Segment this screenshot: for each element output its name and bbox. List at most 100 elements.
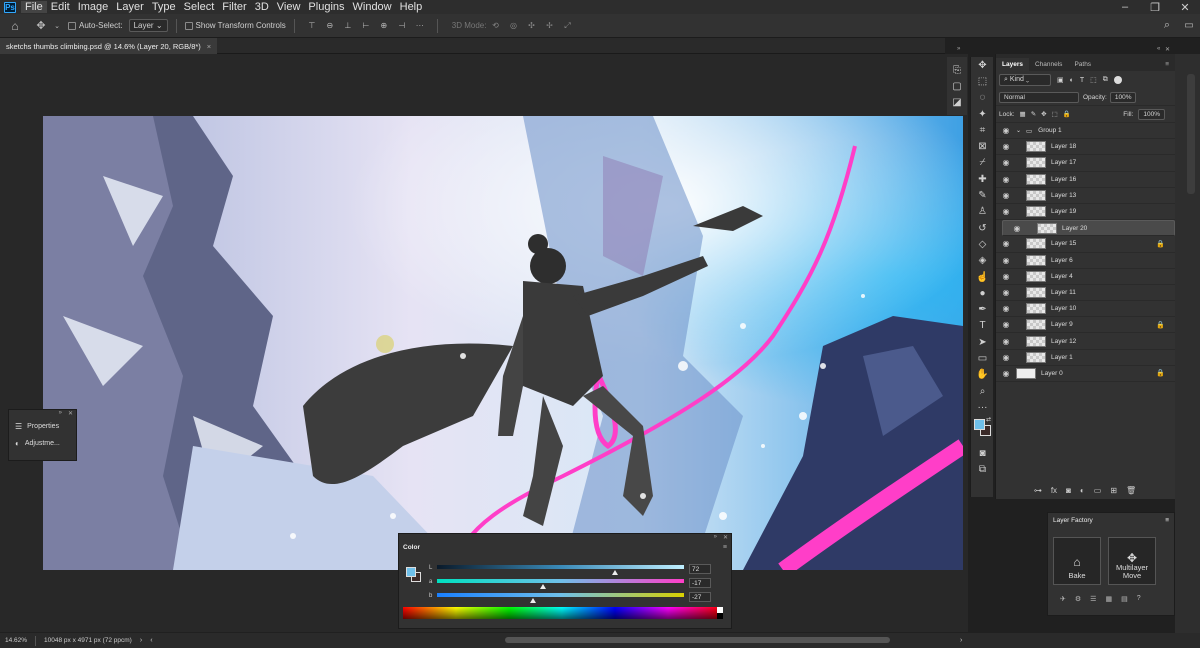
layer-row[interactable]: ◉ Layer 0 🔒	[996, 366, 1175, 382]
maximize-button[interactable]: ❐	[1140, 1, 1170, 14]
marquee-tool-icon[interactable]: ⬚	[971, 73, 994, 89]
3d-pan-icon[interactable]: ✣	[522, 21, 540, 30]
tab-channels[interactable]: Channels	[1029, 58, 1068, 71]
close-window-button[interactable]: ✕	[1170, 1, 1200, 14]
visibility-eye-icon[interactable]: ◉	[996, 353, 1016, 362]
new-layer-icon[interactable]: ⊞	[1110, 486, 1117, 495]
smudge-tool-icon[interactable]: ☝	[971, 269, 994, 285]
scroll-right-icon[interactable]: ›	[960, 637, 962, 644]
lock-all-icon[interactable]: 🔒	[1063, 110, 1071, 118]
pin-icon[interactable]: ✈	[1060, 595, 1066, 603]
panel-menu-icon[interactable]: ≡	[723, 544, 727, 551]
layer-row[interactable]: ◉ Layer 13	[996, 188, 1175, 204]
layer-row[interactable]: ◉ Layer 19	[996, 204, 1175, 221]
layer-row[interactable]: ◉ Layer 11	[996, 285, 1175, 302]
group-expand-chevron-icon[interactable]: ⌄	[1016, 127, 1026, 134]
folder-icon[interactable]: ▭	[1094, 486, 1102, 495]
auto-select-checkbox[interactable]: Auto-Select:	[68, 21, 123, 30]
artwork-canvas[interactable]	[43, 116, 963, 570]
properties-button[interactable]: ☰ Properties	[9, 418, 76, 435]
a-channel-slider[interactable]	[437, 579, 684, 583]
bake-button[interactable]: ⌂ Bake	[1053, 537, 1101, 585]
close-layers-icon[interactable]: ✕	[1165, 46, 1170, 53]
opacity-field[interactable]: 100%	[1109, 91, 1137, 103]
a-slider-knob[interactable]	[540, 584, 547, 589]
crop-tool-icon[interactable]: ⌗	[971, 122, 994, 138]
link-icon[interactable]: ⊶	[1034, 486, 1042, 495]
help-icon[interactable]: ?	[1137, 595, 1141, 603]
layer-row[interactable]: ◉ Layer 18	[996, 139, 1175, 156]
layer-row[interactable]: ◉ Layer 20	[1002, 220, 1175, 237]
eyedropper-tool-icon[interactable]: ⌿	[971, 155, 994, 171]
menu-image[interactable]: Image	[74, 1, 113, 13]
visibility-eye-icon[interactable]: ◉	[996, 158, 1016, 167]
layer-row[interactable]: ◉ Layer 9 🔒	[996, 317, 1175, 334]
paint-bucket-tool-icon[interactable]: ◈	[971, 253, 994, 269]
l-slider-knob[interactable]	[611, 570, 618, 575]
layer-group-row[interactable]: ◉ ⌄ ▭ Group 1	[996, 123, 1175, 140]
menu-edit[interactable]: Edit	[47, 1, 74, 13]
tab-layers[interactable]: Layers	[996, 58, 1029, 71]
color-swatches[interactable]: ⇄	[971, 416, 993, 446]
l-channel-slider[interactable]	[437, 565, 684, 569]
zoom-tool-icon[interactable]: ⌕	[971, 383, 994, 399]
trash-icon[interactable]: 🗑	[1126, 486, 1136, 495]
3d-scale-icon[interactable]: ⤢	[558, 21, 576, 31]
close-icon[interactable]: ✕	[68, 410, 73, 418]
layers-scrollbar[interactable]	[1187, 74, 1195, 194]
adjustment-icon[interactable]: ◐	[1080, 486, 1085, 495]
foreground-color-swatch[interactable]	[974, 418, 985, 430]
align-left-icon[interactable]: ⊢	[357, 21, 375, 30]
workspace-icon[interactable]: ▭	[1178, 19, 1200, 32]
move-tool-icon[interactable]: ✥	[30, 19, 52, 32]
b-slider-knob[interactable]	[530, 598, 537, 603]
lasso-tool-icon[interactable]: ◌	[971, 90, 994, 106]
document-tab[interactable]: sketchs thumbs climbing.psd @ 14.6% (Lay…	[0, 38, 218, 54]
mask-icon[interactable]: ◙	[1066, 486, 1071, 495]
menu-file[interactable]: File	[21, 1, 47, 13]
close-icon[interactable]: ✕	[723, 534, 728, 544]
visibility-eye-icon[interactable]: ◉	[996, 256, 1016, 265]
layer-row[interactable]: ◉ Layer 10	[996, 301, 1175, 318]
chevron-down-icon[interactable]: ⌄	[52, 22, 62, 30]
library-icon[interactable]: ▤	[1121, 595, 1128, 603]
collapse-icon[interactable]: »	[714, 534, 717, 544]
eraser-tool-icon[interactable]: ◇	[971, 236, 994, 252]
align-center-icon[interactable]: ⊕	[375, 21, 393, 30]
menu-select[interactable]: Select	[180, 1, 219, 13]
menu-type[interactable]: Type	[148, 1, 180, 13]
layer-row[interactable]: ◉ Layer 17	[996, 155, 1175, 172]
stamp-tool-icon[interactable]: ♙	[971, 204, 994, 220]
menu-view[interactable]: View	[273, 1, 305, 13]
brush-tool-icon[interactable]: ✎	[971, 187, 994, 203]
show-transform-checkbox[interactable]: Show Transform Controls	[184, 21, 286, 30]
menu-plugins[interactable]: Plugins	[304, 1, 348, 13]
layer-row[interactable]: ◉ Layer 15 🔒	[996, 236, 1175, 253]
visibility-eye-icon[interactable]: ◉	[996, 142, 1016, 151]
more-options-icon[interactable]: ···	[411, 21, 429, 30]
lock-image-icon[interactable]: ✎	[1031, 110, 1036, 118]
align-middle-icon[interactable]: ⊖	[321, 21, 339, 30]
menu-layer[interactable]: Layer	[112, 1, 148, 13]
multilayer-move-button[interactable]: ✥ Multilayer Move	[1108, 537, 1156, 585]
3d-rotate-icon[interactable]: ⟲	[486, 21, 504, 30]
black-swatch[interactable]	[717, 613, 723, 619]
collapse-icon[interactable]: »	[59, 410, 62, 418]
visibility-eye-icon[interactable]: ◉	[996, 191, 1016, 200]
type-filter-icon[interactable]: T	[1080, 77, 1084, 84]
menu-help[interactable]: Help	[396, 1, 427, 13]
expand-panels-icon[interactable]: »	[957, 46, 960, 52]
align-right-icon[interactable]: ⊣	[393, 21, 411, 30]
move-tool-icon[interactable]: ✥	[971, 57, 994, 73]
panel-menu-icon[interactable]: ≡	[1165, 517, 1169, 524]
status-menu-chevron-icon[interactable]: ›	[140, 637, 142, 644]
filter-toggle-icon[interactable]	[1113, 76, 1122, 84]
adjustment-filter-icon[interactable]: ◐	[1070, 77, 1074, 84]
align-bottom-icon[interactable]: ⊥	[339, 21, 357, 30]
auto-select-dropdown[interactable]: Layer ⌄	[128, 19, 168, 32]
history-icon[interactable]: ⎘	[947, 62, 967, 78]
swap-colors-icon[interactable]: ⇄	[986, 416, 991, 423]
panel-menu-icon[interactable]: ≡	[1159, 58, 1175, 71]
visibility-eye-icon[interactable]: ◉	[996, 239, 1016, 248]
scroll-left-icon[interactable]: ‹	[150, 637, 152, 644]
